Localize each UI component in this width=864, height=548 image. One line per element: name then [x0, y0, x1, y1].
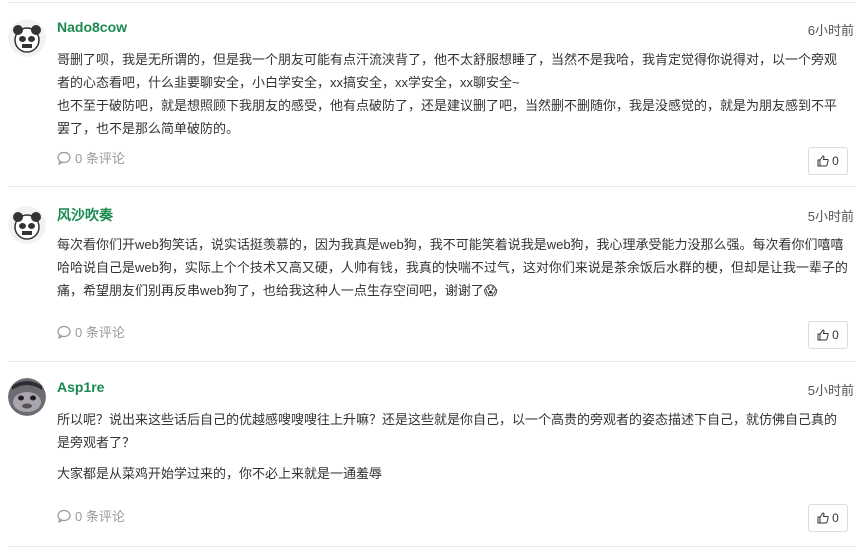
comment-paragraph: 也不至于破防吧，就是想照顾下我朋友的感受，他有点破防了，还是建议删了吧，当然删不…: [57, 98, 838, 136]
divider-bottom: [8, 546, 856, 547]
comment-paragraph: 所以呢？说出来这些话后自己的优越感嗖嗖嗖往上升嘛？还是这些就是你自己，以一个高贵…: [57, 412, 838, 450]
reply-link[interactable]: 0 条评论: [57, 148, 125, 167]
reply-count-label: 0 条评论: [75, 509, 125, 524]
comment-bubble-icon: [57, 151, 71, 165]
comment-paragraph: 哥删了呗，我是无所谓的，但是我一个朋友可能有点汗流浃背了，他不太舒服想睡了，当然…: [57, 52, 838, 90]
avatar-photo[interactable]: [8, 378, 46, 416]
like-button[interactable]: 0: [808, 321, 848, 349]
comment-body: 每次看你们开web狗笑话，说实话挺羡慕的，因为我真是web狗，我不可能笑着说我是…: [57, 233, 849, 302]
reply-count-label: 0 条评论: [75, 151, 125, 166]
comment-item-3: Asp1re 5小时前 所以呢？说出来这些话后自己的优越感嗖嗖嗖往上升嘛？还是这…: [0, 362, 864, 548]
like-count: 0: [832, 511, 839, 525]
reply-link[interactable]: 0 条评论: [57, 506, 125, 525]
like-button[interactable]: 0: [808, 504, 848, 532]
thumbs-up-icon: [817, 512, 829, 524]
comment-author[interactable]: Nado8cow: [57, 19, 127, 35]
avatar-panda[interactable]: [8, 206, 46, 244]
comment-bubble-icon: [57, 509, 71, 523]
comment-author[interactable]: Asp1re: [57, 379, 104, 395]
comment-time: 6小时前: [807, 23, 854, 38]
comment-body: 哥删了呗，我是无所谓的，但是我一个朋友可能有点汗流浃背了，他不太舒服想睡了，当然…: [57, 48, 849, 140]
reply-link[interactable]: 0 条评论: [57, 322, 125, 341]
comment-author[interactable]: 风沙吹奏: [57, 205, 113, 225]
like-count: 0: [832, 154, 839, 168]
comment-paragraph: 每次看你们开web狗笑话，说实话挺羡慕的，因为我真是web狗，我不可能笑着说我是…: [57, 237, 848, 298]
comment-time: 5小时前: [807, 209, 854, 224]
comment-item-1: Nado8cow 6小时前 哥删了呗，我是无所谓的，但是我一个朋友可能有点汗流浃…: [0, 0, 864, 186]
like-button[interactable]: 0: [808, 147, 848, 175]
comment-item-2: 风沙吹奏 5小时前 每次看你们开web狗笑话，说实话挺羡慕的，因为我真是web狗…: [0, 187, 864, 361]
comment-body: 所以呢？说出来这些话后自己的优越感嗖嗖嗖往上升嘛？还是这些就是你自己，以一个高贵…: [57, 408, 849, 485]
thumbs-up-icon: [817, 329, 829, 341]
comment-time: 5小时前: [807, 383, 854, 398]
reply-count-label: 0 条评论: [75, 325, 125, 340]
comment-paragraph: 大家都是从菜鸡开始学过来的，你不必上来就是一通羞辱: [57, 466, 383, 481]
comment-bubble-icon: [57, 325, 71, 339]
avatar-panda[interactable]: [8, 19, 46, 57]
like-count: 0: [832, 328, 839, 342]
user-photo-avatar-icon: [8, 378, 46, 416]
panda-avatar-icon: [8, 19, 46, 57]
panda-avatar-icon: [8, 206, 46, 244]
thumbs-up-icon: [817, 155, 829, 167]
